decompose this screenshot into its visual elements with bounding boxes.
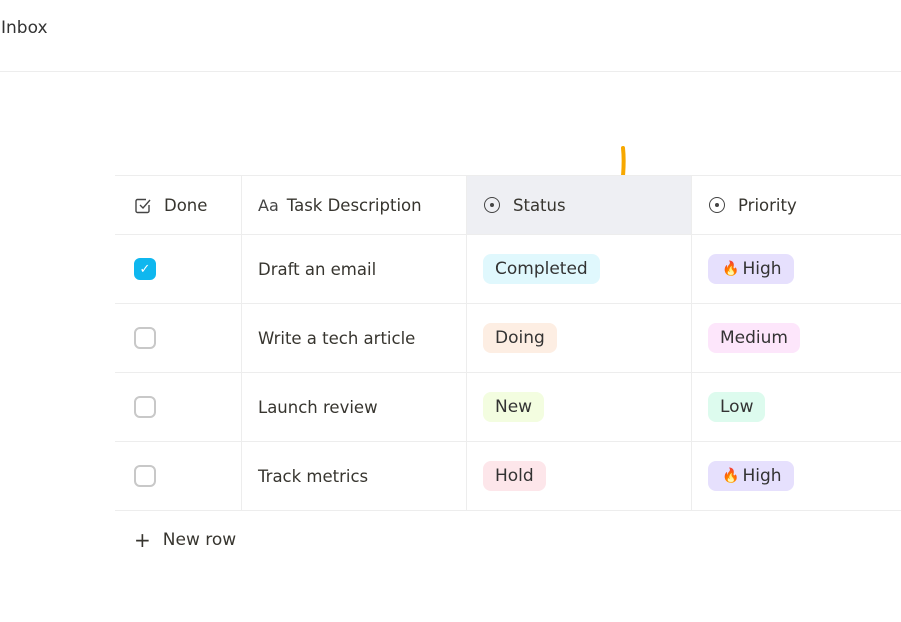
task-text: Track metrics (258, 466, 369, 486)
column-label: Done (164, 195, 208, 215)
fire-icon: 🔥 (722, 468, 740, 484)
checkbox-icon (134, 196, 152, 214)
select-icon (483, 196, 501, 214)
status-cell[interactable]: Completed (467, 235, 692, 303)
done-checkbox[interactable] (134, 327, 156, 349)
priority-badge[interactable]: 🔥 High (708, 254, 794, 284)
status-cell[interactable]: Hold (467, 442, 692, 510)
page-header: Inbox (0, 0, 901, 72)
table-row: Write a tech article Doing Medium (115, 304, 901, 373)
done-cell (115, 373, 242, 441)
priority-cell[interactable]: Low (692, 373, 901, 441)
status-badge[interactable]: Hold (483, 461, 546, 491)
priority-label: High (742, 466, 782, 486)
task-text: Launch review (258, 397, 378, 417)
priority-label: Low (720, 397, 754, 417)
plus-icon: + (134, 528, 151, 552)
task-cell[interactable]: Track metrics (242, 442, 467, 510)
done-checkbox[interactable]: ✓ (134, 258, 156, 280)
check-icon: ✓ (139, 261, 151, 277)
done-cell (115, 442, 242, 510)
page-title: Inbox (1, 18, 48, 38)
task-text: Draft an email (258, 259, 377, 279)
table-row: Launch review New Low (115, 373, 901, 442)
column-header-done[interactable]: Done (115, 176, 242, 234)
new-row-label: New row (162, 530, 237, 550)
table-row: Track metrics Hold 🔥 High (115, 442, 901, 511)
status-cell[interactable]: Doing (467, 304, 692, 372)
priority-cell[interactable]: 🔥 High (692, 442, 901, 510)
column-label: Priority (738, 195, 797, 215)
priority-badge[interactable]: 🔥 High (708, 461, 794, 491)
priority-label: High (742, 259, 782, 279)
column-header-priority[interactable]: Priority (692, 176, 901, 234)
priority-badge[interactable]: Low (708, 392, 766, 422)
status-badge[interactable]: New (483, 392, 545, 422)
task-text: Write a tech article (258, 328, 416, 348)
table-row: ✓ Draft an email Completed 🔥 High (115, 235, 901, 304)
new-row-button[interactable]: + New row (134, 528, 236, 552)
table-header-row: Done Aa Task Description Status Priority (115, 176, 901, 235)
priority-label: Medium (720, 328, 788, 348)
fire-icon: 🔥 (722, 261, 740, 277)
task-cell[interactable]: Launch review (242, 373, 467, 441)
priority-cell[interactable]: Medium (692, 304, 901, 372)
done-cell (115, 304, 242, 372)
done-checkbox[interactable] (134, 465, 156, 487)
task-table: Done Aa Task Description Status Priority … (115, 175, 901, 511)
column-label: Status (513, 195, 566, 215)
column-header-status[interactable]: Status (467, 176, 692, 234)
column-label: Task Description (286, 195, 422, 215)
status-badge[interactable]: Doing (483, 323, 557, 353)
priority-badge[interactable]: Medium (708, 323, 800, 353)
column-header-task[interactable]: Aa Task Description (242, 176, 467, 234)
priority-cell[interactable]: 🔥 High (692, 235, 901, 303)
done-cell: ✓ (115, 235, 242, 303)
text-type-icon: Aa (258, 195, 279, 215)
task-cell[interactable]: Draft an email (242, 235, 467, 303)
task-cell[interactable]: Write a tech article (242, 304, 467, 372)
select-icon (708, 196, 726, 214)
status-badge[interactable]: Completed (483, 254, 600, 284)
done-checkbox[interactable] (134, 396, 156, 418)
status-cell[interactable]: New (467, 373, 692, 441)
